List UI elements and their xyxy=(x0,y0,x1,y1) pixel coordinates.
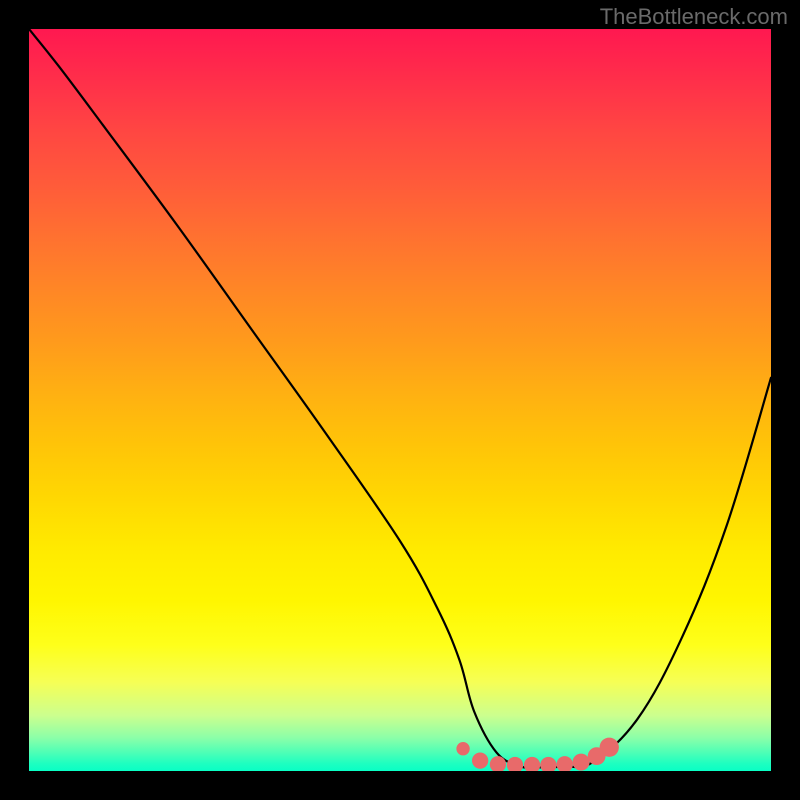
chart-marker xyxy=(456,742,469,755)
bottleneck-curve xyxy=(29,29,771,768)
chart-marker xyxy=(573,754,590,771)
chart-marker xyxy=(600,738,619,757)
chart-marker xyxy=(507,757,523,771)
chart-frame: TheBottleneck.com xyxy=(0,0,800,800)
chart-marker xyxy=(540,757,556,771)
chart-marker xyxy=(472,752,488,768)
chart-marker xyxy=(524,757,540,771)
chart-plot-area xyxy=(29,29,771,771)
watermark-text: TheBottleneck.com xyxy=(600,4,788,30)
chart-marker xyxy=(557,756,573,771)
marker-group xyxy=(456,738,618,771)
chart-svg xyxy=(29,29,771,771)
